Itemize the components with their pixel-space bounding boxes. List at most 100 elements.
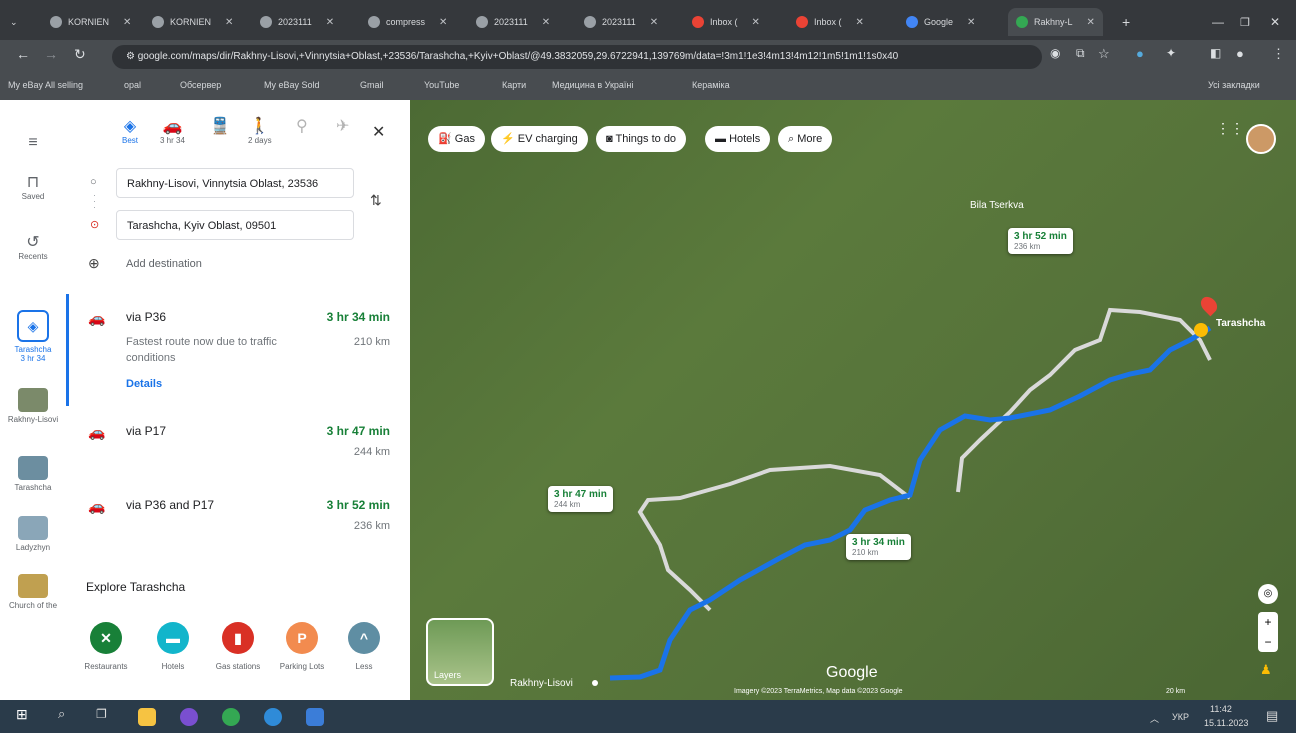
site-info-icon[interactable]: ⚙ xyxy=(126,51,138,62)
close-tab-icon[interactable]: ✕ xyxy=(1087,17,1095,28)
new-tab-icon[interactable]: + xyxy=(1122,10,1130,34)
map-canvas[interactable]: Tarashcha Bila Tserkva Rakhny-Lisovi 3 h… xyxy=(410,100,1296,700)
zoom-out-icon[interactable]: − xyxy=(1258,632,1278,652)
close-tab-icon[interactable]: ✕ xyxy=(752,17,760,28)
mode-bike[interactable]: ⚲ xyxy=(296,116,308,136)
mode-flight[interactable]: ✈ xyxy=(336,116,349,136)
app-icon[interactable] xyxy=(264,708,282,726)
rail-place-tarashcha[interactable]: Tarashcha xyxy=(0,456,66,492)
apps-grid-icon[interactable]: ⋮⋮ xyxy=(1216,120,1244,137)
chip-hotels[interactable]: ▬ Hotels xyxy=(705,126,771,152)
origin-marker-icon[interactable] xyxy=(592,680,598,686)
bookmark-item[interactable]: opal xyxy=(124,80,141,90)
route-callout-p17[interactable]: 3 hr 47 min 244 km xyxy=(548,486,613,512)
route-option-1[interactable]: 🚗 via P36 3 hr 34 min 210 km Fastest rou… xyxy=(66,310,410,400)
profile-avatar[interactable] xyxy=(1246,124,1276,154)
kebab-menu-icon[interactable]: ⋮ xyxy=(1272,46,1285,62)
browser-tab[interactable]: compress ✕ xyxy=(368,10,447,34)
mode-walk[interactable]: 🚶 2 days xyxy=(248,116,272,145)
close-directions-icon[interactable]: ✕ xyxy=(372,122,385,142)
minimize-icon[interactable]: — xyxy=(1212,10,1224,34)
extension-icon[interactable]: ● xyxy=(1136,46,1144,61)
side-panel-icon[interactable]: ◧ xyxy=(1210,46,1221,60)
layers-button[interactable]: Layers xyxy=(426,618,494,686)
app-icon[interactable] xyxy=(306,708,324,726)
bookmark-item[interactable]: My eBay Sold xyxy=(264,80,320,90)
zoom-in-icon[interactable]: + xyxy=(1258,612,1278,632)
menu-icon[interactable]: ≡ xyxy=(0,134,66,152)
explore-restaurants-button[interactable]: ✕ Restaurants xyxy=(76,622,136,671)
close-tab-icon[interactable]: ✕ xyxy=(650,17,658,28)
chip-more[interactable]: ⌕ More xyxy=(778,126,833,152)
mode-car[interactable]: 🚗 3 hr 34 xyxy=(160,116,185,145)
close-tab-icon[interactable]: ✕ xyxy=(542,17,550,28)
bookmark-item[interactable]: Карти xyxy=(502,80,526,90)
my-location-icon[interactable]: ◎ xyxy=(1258,584,1278,604)
bookmark-item[interactable]: Медицина в Україні xyxy=(552,80,633,90)
task-view-icon[interactable]: ❐ xyxy=(96,707,107,721)
google-lens-icon[interactable]: ◉ xyxy=(1050,46,1060,60)
origin-input[interactable]: Rakhny-Lisovi, Vinnytsia Oblast, 23536 xyxy=(116,168,354,198)
pegman-icon[interactable]: ♟ xyxy=(1260,662,1272,678)
tab-list-icon[interactable]: ⌄ xyxy=(10,10,18,34)
language-indicator[interactable]: УКР xyxy=(1172,712,1189,722)
close-tab-icon[interactable]: ✕ xyxy=(856,17,864,28)
close-tab-icon[interactable]: ✕ xyxy=(967,17,975,28)
swap-icon[interactable]: ⇅ xyxy=(370,192,382,209)
rail-recents[interactable]: ↺ Recents xyxy=(0,232,66,261)
app-icon[interactable] xyxy=(180,708,198,726)
close-tab-icon[interactable]: ✕ xyxy=(123,17,131,28)
search-icon[interactable]: ⌕ xyxy=(58,706,65,722)
bookmark-item[interactable]: YouTube xyxy=(424,80,459,90)
bookmark-item[interactable]: Обсервер xyxy=(180,80,221,90)
close-tab-icon[interactable]: ✕ xyxy=(326,17,334,28)
file-explorer-icon[interactable] xyxy=(138,708,156,726)
chrome-icon[interactable] xyxy=(222,708,240,726)
route-option-2[interactable]: 🚗 via P17 3 hr 47 min 244 km xyxy=(66,424,410,474)
back-icon[interactable]: ← xyxy=(16,46,30,62)
explore-gas-button[interactable]: ▮ Gas stations xyxy=(208,622,268,671)
forward-icon[interactable]: → xyxy=(44,46,58,62)
close-tab-icon[interactable]: ✕ xyxy=(225,17,233,28)
browser-tab[interactable]: Inbox (✕ xyxy=(692,10,760,34)
maximize-icon[interactable]: ❐ xyxy=(1240,10,1250,34)
all-bookmarks[interactable]: Усі закладки xyxy=(1208,80,1260,90)
route-details-link[interactable]: Details xyxy=(126,378,162,390)
place-marker-icon[interactable] xyxy=(1194,323,1208,337)
mode-transit[interactable]: 🚆 xyxy=(210,116,230,136)
chip-things-to-do[interactable]: ◙ Things to do xyxy=(596,126,687,152)
browser-tab[interactable]: KORNIEN ✕ xyxy=(152,10,233,34)
browser-tab[interactable]: 2023111 ✕ xyxy=(260,10,334,34)
route-option-3[interactable]: 🚗 via P36 and P17 3 hr 52 min 236 km xyxy=(66,498,410,548)
browser-tab[interactable]: 2023111 ✕ xyxy=(584,10,658,34)
zoom-controls[interactable]: + − xyxy=(1258,612,1278,652)
explore-hotels-button[interactable]: ▬ Hotels xyxy=(143,622,203,671)
route-callout-p36-p17[interactable]: 3 hr 52 min 236 km xyxy=(1008,228,1073,254)
star-icon[interactable]: ☆ xyxy=(1098,46,1110,62)
clock-date[interactable]: 15.11.2023 xyxy=(1204,718,1248,728)
chip-ev-charging[interactable]: ⚡ EV charging xyxy=(491,126,588,152)
extensions-puzzle-icon[interactable]: ✦ xyxy=(1166,46,1176,60)
translate-icon[interactable]: ⧉ xyxy=(1076,46,1085,61)
reload-icon[interactable]: ↻ xyxy=(74,46,86,63)
bookmark-item[interactable]: My eBay All selling xyxy=(8,80,83,90)
rail-place-rakhny[interactable]: Rakhny-Lisovi xyxy=(0,388,66,424)
close-window-icon[interactable]: ✕ xyxy=(1270,10,1280,34)
address-bar[interactable]: ⚙ google.com/maps/dir/Rakhny-Lisovi,+Vin… xyxy=(112,45,1042,69)
explore-parking-button[interactable]: P Parking Lots xyxy=(272,622,332,671)
clock-time[interactable]: 11:42 xyxy=(1210,704,1232,714)
tray-chevron-icon[interactable]: ︿ xyxy=(1150,712,1159,725)
browser-tab[interactable]: Google ✕ xyxy=(906,10,975,34)
profile-avatar-icon[interactable]: ● xyxy=(1236,46,1244,61)
destination-input[interactable]: Tarashcha, Kyiv Oblast, 09501 xyxy=(116,210,354,240)
explore-less-button[interactable]: ^ Less xyxy=(334,622,394,671)
notifications-icon[interactable]: ▤ xyxy=(1266,708,1278,724)
rail-current-trip[interactable]: ◈ Tarashcha 3 hr 34 xyxy=(0,310,66,363)
browser-tab[interactable]: KORNIEN ✕ xyxy=(50,10,131,34)
browser-tab[interactable]: Inbox (✕ xyxy=(796,10,864,34)
browser-tab-active[interactable]: Rakhny-L ✕ xyxy=(1008,8,1103,36)
add-icon[interactable]: ⊕ xyxy=(88,255,100,272)
chip-gas[interactable]: ⛽ Gas xyxy=(428,126,485,152)
rail-saved[interactable]: ⊓ Saved xyxy=(0,172,66,201)
route-callout-p36[interactable]: 3 hr 34 min 210 km xyxy=(846,534,911,560)
